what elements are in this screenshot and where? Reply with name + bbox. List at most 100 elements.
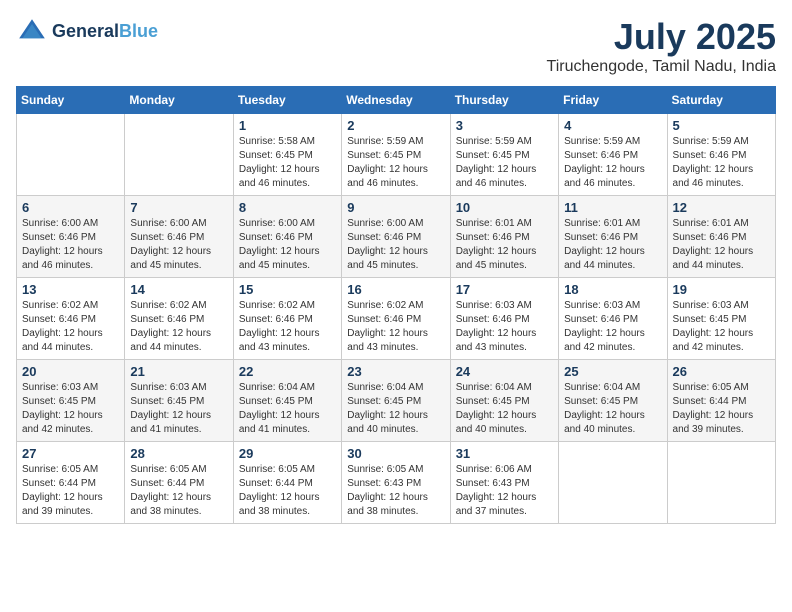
- day-number: 21: [130, 364, 227, 379]
- day-number: 8: [239, 200, 336, 215]
- calendar-cell: 28 Sunrise: 6:05 AM Sunset: 6:44 PM Dayli…: [125, 442, 233, 524]
- calendar-cell: 24Sunrise: 6:04 AM Sunset: 6:45 PM Dayli…: [450, 360, 558, 442]
- day-number: 5: [673, 118, 770, 133]
- day-number: 7: [130, 200, 227, 215]
- calendar-cell: 27 Sunrise: 6:05 AM Sunset: 6:44 PM Dayli…: [17, 442, 125, 524]
- logo-text: GeneralBlue: [52, 22, 158, 42]
- weekday-header: Tuesday: [233, 87, 341, 114]
- day-info: Sunrise: 6:03 AM Sunset: 6:45 PM Dayligh…: [22, 381, 119, 437]
- day-number: 4: [564, 118, 661, 133]
- day-info: Sunrise: 6:00 AM Sunset: 6:46 PM Dayligh…: [347, 217, 444, 273]
- day-number: 14: [130, 282, 227, 297]
- day-info: Sunrise: 6:00 AM Sunset: 6:46 PM Dayligh…: [130, 217, 227, 273]
- weekday-header: Monday: [125, 87, 233, 114]
- day-info: Sunrise: 6:02 AM Sunset: 6:46 PM Dayligh…: [22, 299, 119, 355]
- day-info: Sunrise: 6:00 AM Sunset: 6:46 PM Dayligh…: [22, 217, 119, 273]
- calendar-cell: 7 Sunrise: 6:00 AM Sunset: 6:46 PM Daylig…: [125, 196, 233, 278]
- calendar-cell: 23 Sunrise: 6:04 AM Sunset: 6:45 PM Dayli…: [342, 360, 450, 442]
- calendar-cell: 8 Sunrise: 6:00 AM Sunset: 6:46 PM Daylig…: [233, 196, 341, 278]
- day-info: Sunrise: 6:03 AM Sunset: 6:45 PM Dayligh…: [673, 299, 770, 355]
- calendar-cell: 21Sunrise: 6:03 AM Sunset: 6:45 PM Dayli…: [125, 360, 233, 442]
- day-info: Sunrise: 5:58 AM Sunset: 6:45 PM Dayligh…: [239, 135, 336, 191]
- weekday-header-row: SundayMondayTuesdayWednesdayThursdayFrid…: [17, 87, 776, 114]
- calendar-cell: 16 Sunrise: 6:02 AM Sunset: 6:46 PM Dayli…: [342, 278, 450, 360]
- day-number: 27: [22, 446, 119, 461]
- day-info: Sunrise: 6:01 AM Sunset: 6:46 PM Dayligh…: [456, 217, 553, 273]
- calendar-cell: 17 Sunrise: 6:03 AM Sunset: 6:46 PM Dayli…: [450, 278, 558, 360]
- day-info: Sunrise: 5:59 AM Sunset: 6:45 PM Dayligh…: [347, 135, 444, 191]
- day-info: Sunrise: 6:03 AM Sunset: 6:46 PM Dayligh…: [456, 299, 553, 355]
- day-info: Sunrise: 6:00 AM Sunset: 6:46 PM Dayligh…: [239, 217, 336, 273]
- calendar-cell: 6 Sunrise: 6:00 AM Sunset: 6:46 PM Daylig…: [17, 196, 125, 278]
- day-info: Sunrise: 6:01 AM Sunset: 6:46 PM Dayligh…: [673, 217, 770, 273]
- day-number: 30: [347, 446, 444, 461]
- day-number: 26: [673, 364, 770, 379]
- day-number: 29: [239, 446, 336, 461]
- logo-icon: [16, 16, 48, 48]
- calendar-cell: 31Sunrise: 6:06 AM Sunset: 6:43 PM Dayli…: [450, 442, 558, 524]
- day-number: 16: [347, 282, 444, 297]
- calendar-week-row: 1Sunrise: 5:58 AM Sunset: 6:45 PM Daylig…: [17, 114, 776, 196]
- day-info: Sunrise: 6:02 AM Sunset: 6:46 PM Dayligh…: [347, 299, 444, 355]
- day-info: Sunrise: 6:04 AM Sunset: 6:45 PM Dayligh…: [347, 381, 444, 437]
- day-number: 15: [239, 282, 336, 297]
- day-number: 2: [347, 118, 444, 133]
- calendar-cell: 20 Sunrise: 6:03 AM Sunset: 6:45 PM Dayli…: [17, 360, 125, 442]
- day-info: Sunrise: 6:05 AM Sunset: 6:44 PM Dayligh…: [130, 463, 227, 519]
- day-number: 12: [673, 200, 770, 215]
- calendar-week-row: 27 Sunrise: 6:05 AM Sunset: 6:44 PM Dayli…: [17, 442, 776, 524]
- month-year: July 2025: [547, 16, 776, 58]
- day-number: 19: [673, 282, 770, 297]
- calendar-cell: [559, 442, 667, 524]
- calendar-cell: 22Sunrise: 6:04 AM Sunset: 6:45 PM Dayli…: [233, 360, 341, 442]
- day-number: 9: [347, 200, 444, 215]
- weekday-header: Thursday: [450, 87, 558, 114]
- day-info: Sunrise: 6:05 AM Sunset: 6:44 PM Dayligh…: [673, 381, 770, 437]
- day-number: 20: [22, 364, 119, 379]
- day-info: Sunrise: 6:02 AM Sunset: 6:46 PM Dayligh…: [130, 299, 227, 355]
- calendar-cell: 11 Sunrise: 6:01 AM Sunset: 6:46 PM Dayli…: [559, 196, 667, 278]
- day-number: 6: [22, 200, 119, 215]
- day-info: Sunrise: 5:59 AM Sunset: 6:45 PM Dayligh…: [456, 135, 553, 191]
- day-number: 13: [22, 282, 119, 297]
- weekday-header: Wednesday: [342, 87, 450, 114]
- calendar-cell: [667, 442, 775, 524]
- day-number: 17: [456, 282, 553, 297]
- weekday-header: Saturday: [667, 87, 775, 114]
- day-info: Sunrise: 5:59 AM Sunset: 6:46 PM Dayligh…: [673, 135, 770, 191]
- day-number: 18: [564, 282, 661, 297]
- calendar-cell: 14 Sunrise: 6:02 AM Sunset: 6:46 PM Dayli…: [125, 278, 233, 360]
- page-header: GeneralBlue July 2025 Tiruchengode, Tami…: [16, 16, 776, 76]
- calendar-cell: 15Sunrise: 6:02 AM Sunset: 6:46 PM Dayli…: [233, 278, 341, 360]
- day-info: Sunrise: 6:01 AM Sunset: 6:46 PM Dayligh…: [564, 217, 661, 273]
- calendar-cell: 30 Sunrise: 6:05 AM Sunset: 6:43 PM Dayli…: [342, 442, 450, 524]
- title-block: July 2025 Tiruchengode, Tamil Nadu, Indi…: [547, 16, 776, 76]
- calendar-cell: [17, 114, 125, 196]
- calendar-cell: 5 Sunrise: 5:59 AM Sunset: 6:46 PM Daylig…: [667, 114, 775, 196]
- calendar-cell: 9 Sunrise: 6:00 AM Sunset: 6:46 PM Daylig…: [342, 196, 450, 278]
- calendar-cell: 10 Sunrise: 6:01 AM Sunset: 6:46 PM Dayli…: [450, 196, 558, 278]
- location: Tiruchengode, Tamil Nadu, India: [547, 58, 776, 76]
- day-number: 11: [564, 200, 661, 215]
- day-info: Sunrise: 6:05 AM Sunset: 6:43 PM Dayligh…: [347, 463, 444, 519]
- day-number: 10: [456, 200, 553, 215]
- day-info: Sunrise: 6:03 AM Sunset: 6:46 PM Dayligh…: [564, 299, 661, 355]
- logo: GeneralBlue: [16, 16, 158, 48]
- calendar-cell: 29 Sunrise: 6:05 AM Sunset: 6:44 PM Dayli…: [233, 442, 341, 524]
- calendar-cell: 18 Sunrise: 6:03 AM Sunset: 6:46 PM Dayli…: [559, 278, 667, 360]
- day-info: Sunrise: 6:05 AM Sunset: 6:44 PM Dayligh…: [239, 463, 336, 519]
- calendar-cell: 3Sunrise: 5:59 AM Sunset: 6:45 PM Daylig…: [450, 114, 558, 196]
- calendar-cell: 4 Sunrise: 5:59 AM Sunset: 6:46 PM Daylig…: [559, 114, 667, 196]
- calendar-cell: 2 Sunrise: 5:59 AM Sunset: 6:45 PM Daylig…: [342, 114, 450, 196]
- day-info: Sunrise: 5:59 AM Sunset: 6:46 PM Dayligh…: [564, 135, 661, 191]
- day-number: 23: [347, 364, 444, 379]
- day-info: Sunrise: 6:04 AM Sunset: 6:45 PM Dayligh…: [239, 381, 336, 437]
- calendar-week-row: 6 Sunrise: 6:00 AM Sunset: 6:46 PM Daylig…: [17, 196, 776, 278]
- day-info: Sunrise: 6:05 AM Sunset: 6:44 PM Dayligh…: [22, 463, 119, 519]
- calendar-cell: 26 Sunrise: 6:05 AM Sunset: 6:44 PM Dayli…: [667, 360, 775, 442]
- calendar-week-row: 13 Sunrise: 6:02 AM Sunset: 6:46 PM Dayli…: [17, 278, 776, 360]
- calendar-cell: 12 Sunrise: 6:01 AM Sunset: 6:46 PM Dayli…: [667, 196, 775, 278]
- day-number: 25: [564, 364, 661, 379]
- weekday-header: Friday: [559, 87, 667, 114]
- day-number: 28: [130, 446, 227, 461]
